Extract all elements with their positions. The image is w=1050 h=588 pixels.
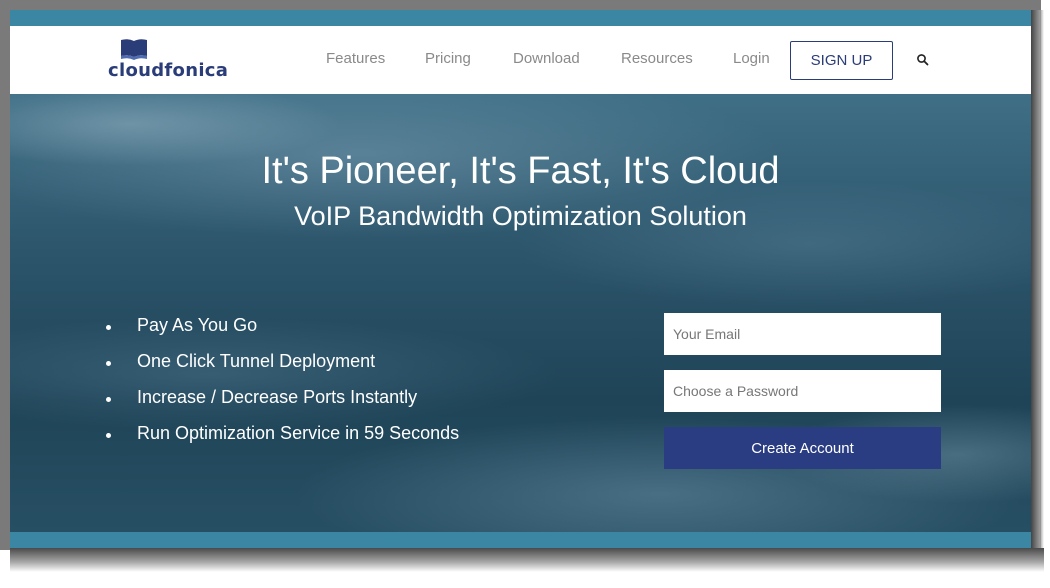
brand-name: cloudfonica	[108, 60, 229, 81]
nav-link-pricing[interactable]: Pricing	[425, 50, 471, 67]
screenshot-stage: cloudfonica Features Pricing Download Re…	[0, 0, 1050, 588]
bottom-accent-bar	[10, 532, 1031, 548]
search-icon[interactable]	[916, 53, 930, 67]
brand-logo[interactable]: cloudfonica	[108, 38, 228, 82]
top-navbar: cloudfonica Features Pricing Download Re…	[10, 26, 1031, 94]
create-account-button[interactable]: Create Account	[664, 427, 941, 469]
feature-text: Pay As You Go	[137, 315, 258, 335]
hero-title: It's Pioneer, It's Fast, It's Cloud	[261, 150, 780, 192]
hero-section: It's Pioneer, It's Fast, It's Cloud VoIP…	[10, 94, 1031, 532]
nav-link-download[interactable]: Download	[513, 50, 580, 67]
frame-shadow-bottom	[10, 548, 1044, 572]
nav-link-features[interactable]: Features	[326, 50, 385, 67]
top-accent-bar	[10, 10, 1031, 26]
browser-window: cloudfonica Features Pricing Download Re…	[10, 10, 1031, 548]
feature-text: Run Optimization Service in 59 Seconds	[137, 423, 460, 443]
email-field[interactable]	[664, 313, 941, 355]
frame-shadow-right	[1030, 10, 1044, 562]
book-logo-icon	[121, 39, 147, 60]
nav-link-resources[interactable]: Resources	[621, 50, 693, 67]
feature-text: Increase / Decrease Ports Instantly	[137, 387, 418, 407]
password-field[interactable]	[664, 370, 941, 412]
bullet-icon	[106, 361, 111, 366]
bullet-icon	[106, 433, 111, 438]
feature-text: One Click Tunnel Deployment	[137, 351, 376, 371]
sign-up-button[interactable]: SIGN UP	[790, 41, 893, 80]
bullet-icon	[106, 325, 111, 330]
bullet-icon	[106, 397, 111, 402]
hero-subtitle: VoIP Bandwidth Optimization Solution	[294, 201, 747, 231]
nav-link-login[interactable]: Login	[733, 50, 770, 67]
